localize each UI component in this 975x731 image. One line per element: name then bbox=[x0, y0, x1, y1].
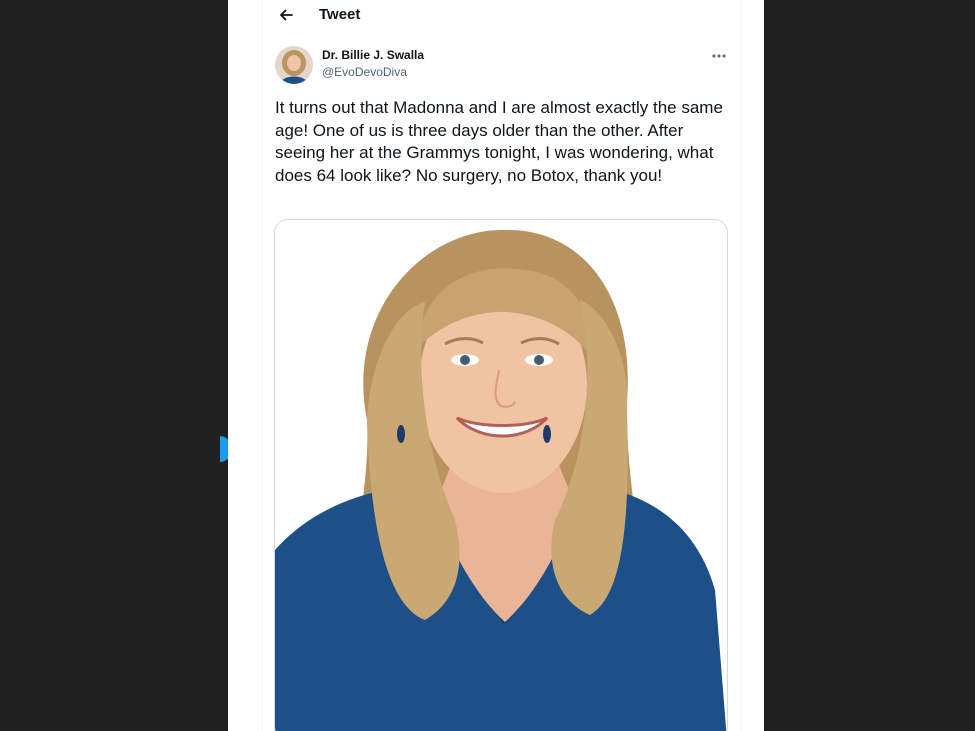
more-horizontal-icon bbox=[712, 54, 726, 58]
portrait-photo bbox=[275, 220, 727, 731]
tweet-text: It turns out that Madonna and I are almo… bbox=[275, 98, 723, 185]
tweet-detail-page: Tweet Dr. Billie J. Swalla @EvoDevoDiva … bbox=[228, 0, 764, 731]
more-options-button[interactable] bbox=[708, 46, 730, 66]
arrow-left-icon bbox=[280, 9, 293, 21]
avatar[interactable] bbox=[275, 46, 313, 84]
column-divider-right bbox=[740, 0, 741, 731]
tweet-photo[interactable] bbox=[274, 219, 728, 731]
author-handle[interactable]: @EvoDevoDiva bbox=[322, 65, 407, 79]
back-button[interactable] bbox=[272, 2, 300, 28]
page-header: Tweet bbox=[262, 0, 740, 32]
author-display-name[interactable]: Dr. Billie J. Swalla bbox=[322, 48, 424, 62]
column-divider-left bbox=[262, 0, 263, 731]
page-title: Tweet bbox=[319, 6, 361, 23]
